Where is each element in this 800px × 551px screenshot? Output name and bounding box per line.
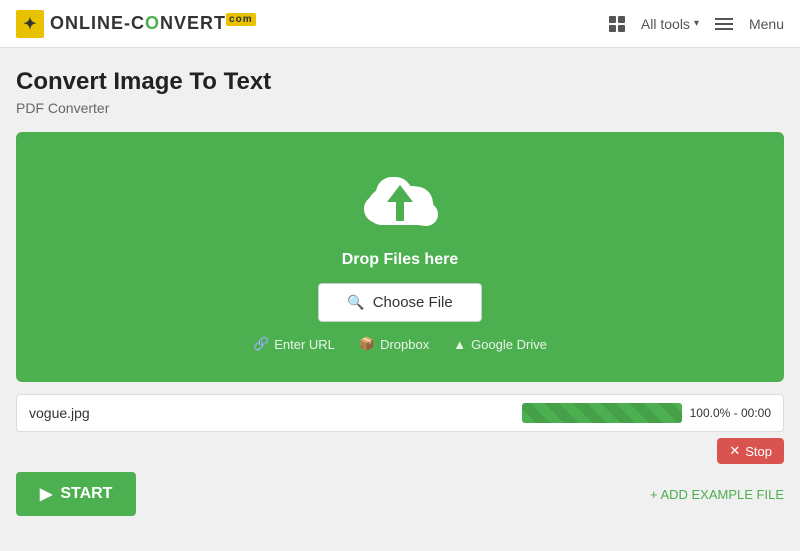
search-icon: 🔍 [347,294,364,311]
hamburger-icon[interactable] [715,18,733,30]
alt-options: 🔗 Enter URL 📦 Dropbox ▲ Google Drive [253,336,547,352]
dropbox-icon: 📦 [359,336,375,352]
nav-right: All tools ▾ Menu [609,16,784,32]
add-example-file-link[interactable]: + ADD EXAMPLE FILE [650,487,784,502]
logo-area: ✦ ONLINE-CONVERTcom [16,10,256,38]
main-content: Convert Image To Text PDF Converter Drop… [0,48,800,536]
page-title: Convert Image To Text [16,68,784,96]
choose-file-button[interactable]: 🔍 Choose File [318,283,481,322]
dropbox-option[interactable]: 📦 Dropbox [359,336,429,352]
google-drive-option[interactable]: ▲ Google Drive [453,337,547,352]
file-row: vogue.jpg 100.0% - 00:00 [16,394,784,432]
drop-files-text: Drop Files here [342,251,458,269]
x-icon: ✕ [729,443,740,459]
google-drive-icon: ▲ [453,337,466,352]
stop-row: ✕ Stop [16,438,784,464]
page-subtitle: PDF Converter [16,100,784,116]
file-name: vogue.jpg [29,405,90,421]
file-progress-area: 100.0% - 00:00 [522,403,771,423]
chevron-down-icon: ▾ [694,18,699,29]
progress-bar [522,403,682,423]
logo-icon: ✦ [16,10,44,38]
stop-button[interactable]: ✕ Stop [717,438,784,464]
header: ✦ ONLINE-CONVERTcom All tools ▾ Menu [0,0,800,48]
logo-text: ONLINE-CONVERTcom [50,13,256,34]
logo-com: com [226,13,256,26]
progress-text: 100.0% - 00:00 [690,406,771,420]
all-tools-button[interactable]: All tools ▾ [641,16,699,32]
play-icon: ▶ [40,484,52,504]
progress-bar-fill [522,403,682,423]
dropzone[interactable]: Drop Files here 🔍 Choose File 🔗 Enter UR… [16,132,784,382]
menu-label[interactable]: Menu [749,16,784,32]
grid-icon [609,16,625,32]
enter-url-option[interactable]: 🔗 Enter URL [253,336,335,352]
upload-cloud-icon [360,171,440,241]
link-icon: 🔗 [253,336,269,352]
start-button[interactable]: ▶ START [16,472,136,516]
bottom-row: ▶ START + ADD EXAMPLE FILE [16,472,784,516]
